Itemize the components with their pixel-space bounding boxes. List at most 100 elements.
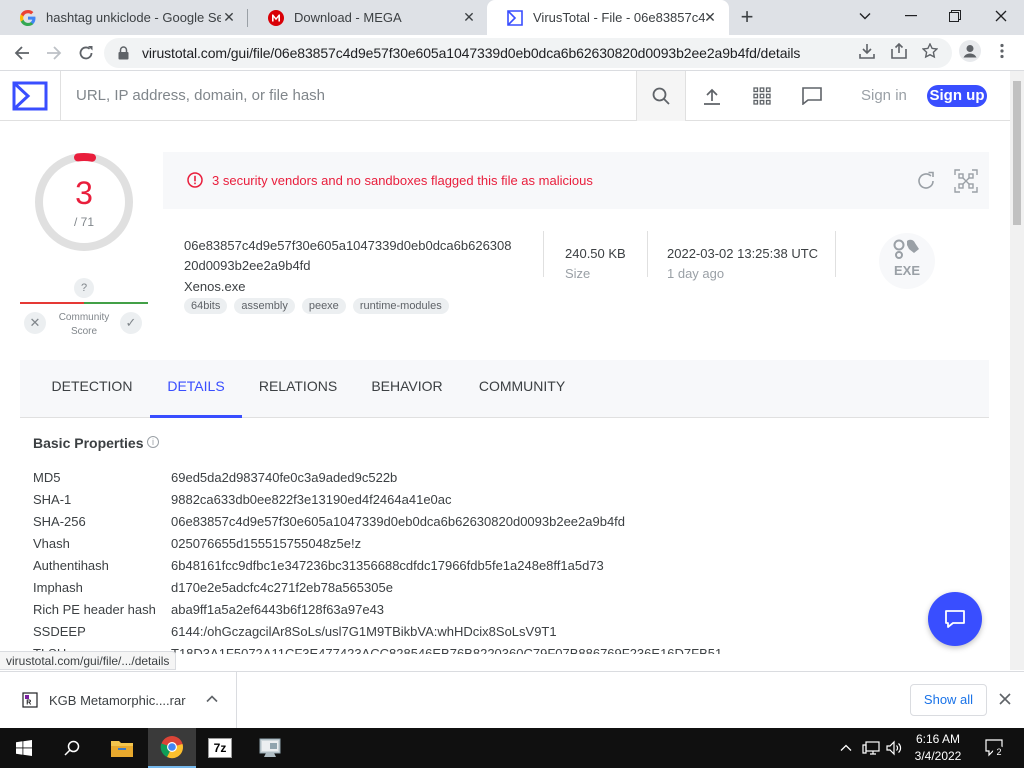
tab-title: hashtag unkiclode - Google Sear [46,10,221,25]
download-status-icon[interactable] [857,41,877,61]
tab-search-icon[interactable] [842,0,888,32]
hash-line-2: 20d0093b2ee2a9b4fd [184,258,311,273]
community-label-line2: Score [70,326,98,337]
windows-taskbar: 7z 6:16 AM 3/4/2022 2 [0,728,1024,768]
tab-virustotal[interactable]: VirusTotal - File - 06e83857c4d9e ✕ [487,0,729,35]
file-tags: 64bits assembly peexe runtime-modules [184,298,449,314]
download-bar: R KGB Metamorphic....rar Show all [0,671,1024,729]
chat-support-button[interactable] [928,592,982,646]
reload-button[interactable] [74,41,98,65]
property-key: Imphash [33,580,83,595]
share-icon[interactable] [889,41,909,61]
7zip-icon: 7z [208,738,232,758]
search-icon [64,740,80,756]
forward-button[interactable] [42,41,66,65]
tab-mega[interactable]: Download - MEGA ✕ [248,0,488,35]
info-icon[interactable]: i [147,436,159,448]
mega-icon [268,9,284,26]
show-hidden-icons[interactable] [836,728,856,768]
apps-grid-icon[interactable] [750,84,774,108]
file-type-label: EXE [893,263,920,278]
download-item[interactable]: R KGB Metamorphic....rar [0,672,237,729]
sign-in-link[interactable]: Sign in [861,87,907,104]
kebab-menu-icon[interactable] [992,41,1012,61]
community-label-line1: Community [58,312,110,323]
tab-details[interactable]: DETAILS [150,360,242,418]
property-value: 9882ca633db0ee822f3e13190ed4f2464a41e0ac [171,492,452,507]
qr-graph-icon[interactable] [954,169,978,193]
alert-text: 3 security vendors and no sandboxes flag… [212,173,593,188]
tab-title: VirusTotal - File - 06e83857c4d9e [533,10,705,25]
address-bar[interactable]: virustotal.com/gui/file/06e83857c4d9e57f… [104,38,952,68]
start-button[interactable] [0,728,48,768]
tag-64bits[interactable]: 64bits [184,298,228,314]
chat-bubble-icon [945,610,965,628]
vote-harmless-icon[interactable]: ✓ [120,312,142,334]
file-name: Xenos.exe [184,279,246,294]
tab-detection[interactable]: DETECTION [40,360,144,418]
search-input[interactable] [76,87,616,104]
back-button[interactable] [10,41,34,65]
new-tab-button[interactable]: + [736,6,758,29]
basic-properties-panel: Basic Properties i MD5 69ed5da2d983740fe… [20,418,989,654]
divider [835,231,836,277]
property-key: SHA-1 [33,492,72,507]
property-key: Vhash [33,536,70,551]
close-tab-icon[interactable]: ✕ [703,10,717,24]
community-score-label: Community Score [50,311,118,339]
network-icon[interactable] [860,728,882,768]
property-key: MD5 [33,470,61,485]
close-window-button[interactable] [978,0,1024,32]
vt-search-box [60,71,636,121]
action-center-button[interactable]: 2 [980,728,1010,768]
tag-assembly[interactable]: assembly [234,298,295,314]
property-value: 6144:/ohGczagcilAr8SoLs/usl7G1M9TBikbVA:… [171,624,557,639]
hash-line-1: 06e83857c4d9e57f30e605a1047339d0eb0dca6b… [184,238,512,253]
scrollbar-thumb[interactable] [1013,81,1021,225]
chevron-up-icon[interactable] [205,694,219,704]
tab-behavior[interactable]: BEHAVIOR [362,360,452,418]
property-row: Vhash 025076655d155515755048z5e!z [33,536,361,558]
tab-community[interactable]: COMMUNITY [470,360,574,418]
file-hash[interactable]: 06e83857c4d9e57f30e605a1047339d0eb0dca6b… [184,236,529,276]
sign-up-button[interactable]: Sign up [927,85,987,107]
tag-runtime-modules[interactable]: runtime-modules [352,298,449,314]
detection-score: 3 / 71 ? ✕ Community Score ✓ [20,150,148,340]
chrome-icon [160,736,183,759]
property-row: Rich PE header hash aba9ff1a5a2ef6443b6f… [33,602,384,624]
close-download-bar-icon[interactable] [998,692,1012,706]
taskbar-search-button[interactable] [48,728,96,768]
community-score-bar [20,302,148,304]
bookmark-star-icon[interactable] [920,41,940,61]
google-icon [20,9,36,26]
close-tab-icon[interactable]: ✕ [222,10,236,24]
section-tabs: DETECTION DETAILS RELATIONS BEHAVIOR COM… [20,360,989,418]
browser-toolbar: virustotal.com/gui/file/06e83857c4d9e57f… [0,35,1024,71]
property-value: 69ed5da2d983740fe0c3a9aded9c522b [171,470,398,485]
restore-button[interactable] [932,0,978,32]
search-button[interactable] [636,71,686,121]
upload-icon[interactable] [700,84,724,108]
vote-harmful-icon[interactable]: ✕ [24,312,46,334]
virustotal-icon [507,9,523,26]
property-row: Imphash d170e2e5adcfc4c271f2eb78a565305e [33,580,393,602]
virustotal-logo-icon[interactable] [12,81,48,116]
property-value: 6b48161fcc9dfbc1e347236bc31356688cdfdc17… [171,558,604,573]
file-type-badge: EXE [879,233,935,289]
minimize-button[interactable] [888,0,934,32]
chat-icon[interactable] [800,84,824,108]
file-explorer-button[interactable] [98,728,146,768]
7zip-taskbar-button[interactable]: 7z [196,728,244,768]
chrome-taskbar-button[interactable] [148,728,196,768]
taskbar-clock[interactable]: 6:16 AM 3/4/2022 [900,731,976,765]
property-key: SHA-256 [33,514,86,529]
close-tab-icon[interactable]: ✕ [462,10,476,24]
show-all-downloads-button[interactable]: Show all [910,684,987,716]
app-taskbar-button[interactable] [246,728,294,768]
reanalyze-icon[interactable] [915,170,937,192]
tab-relations[interactable]: RELATIONS [252,360,344,418]
tab-google-search[interactable]: hashtag unkiclode - Google Sear ✕ [0,0,248,35]
profile-avatar-icon[interactable] [958,39,982,63]
page-scrollbar[interactable] [1010,71,1024,670]
tag-peexe[interactable]: peexe [301,298,346,314]
